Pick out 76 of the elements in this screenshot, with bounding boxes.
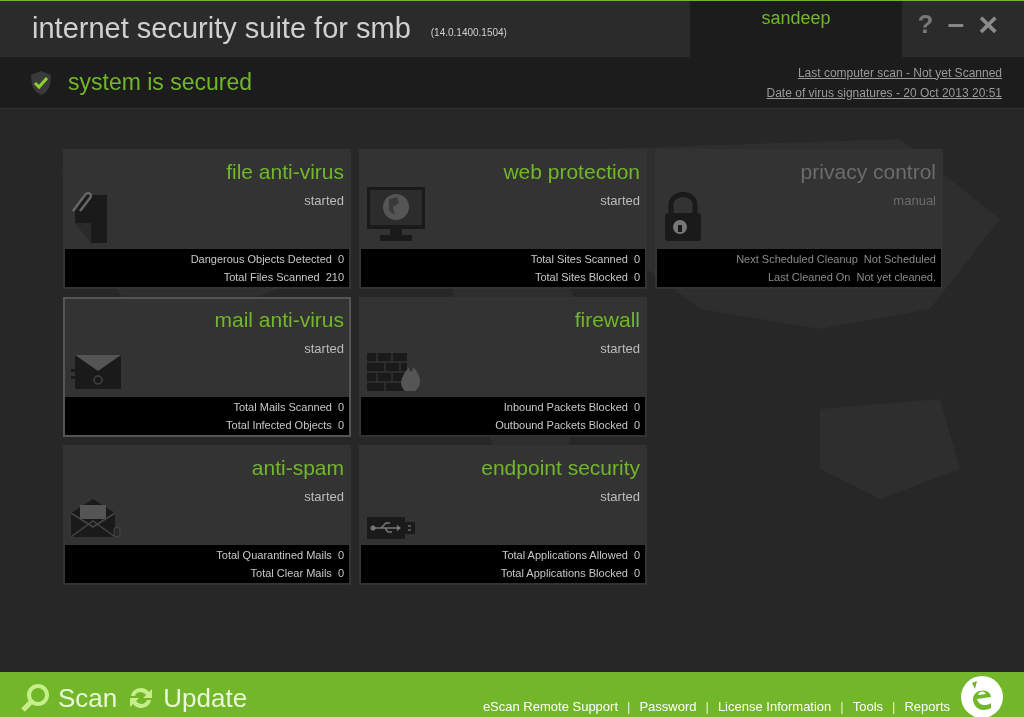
tile-state: started (600, 488, 640, 506)
stat-label: Total Quarantined Mails (216, 548, 332, 563)
tile-state: manual (893, 192, 936, 210)
stat-label: Inbound Packets Blocked (503, 400, 628, 415)
status-text: system is secured (68, 68, 253, 98)
stat-value: 0 (633, 400, 640, 415)
link-separator: | (839, 697, 845, 716)
stat-label: Total Applications Blocked (500, 566, 628, 581)
module-tile[interactable]: anti-spam started Total Quarantined Mails 0 Total Clear Mails 0 (63, 445, 351, 585)
update-button[interactable]: Update (127, 681, 248, 715)
open-envelope-icon (71, 499, 121, 539)
stat-value: 0 (337, 418, 344, 433)
stat-value: 0 (633, 418, 640, 433)
footer-link[interactable]: Tools (852, 696, 884, 716)
monitor-globe-icon (367, 187, 425, 243)
module-tile[interactable]: mail anti-virus started Total Mails Scanned 0 Total Infected Objects 0 (63, 297, 351, 437)
window-title: internet security suite for smb (32, 11, 411, 47)
tile-state: started (304, 340, 344, 358)
link-separator: | (626, 697, 632, 716)
stat-label: Total Mails Scanned (233, 400, 332, 415)
footer-link[interactable]: License Information (717, 696, 832, 716)
stat-label: Last Cleaned On (767, 270, 851, 285)
stat-label: Total Clear Mails (250, 566, 332, 581)
help-button[interactable]: ? (915, 7, 936, 41)
stat-label: Total Sites Scanned (530, 252, 628, 267)
version-label: (14.0.1400.1504) (430, 25, 507, 40)
stat-value: Not yet cleaned. (856, 270, 936, 285)
stat-value: 0 (633, 548, 640, 563)
minimize-button[interactable]: – (945, 7, 967, 41)
stat-value: 0 (337, 400, 344, 415)
stat-value: 0 (337, 252, 344, 267)
close-button[interactable]: × (976, 7, 1000, 41)
footer-link[interactable]: eScan Remote Support (482, 696, 618, 716)
search-icon (20, 683, 50, 713)
module-tile[interactable]: firewall started Inbound Packets Blocked 0 Outbound Packets Blocked 0 (359, 297, 647, 437)
tile-state: started (600, 192, 640, 210)
stat-value: 0 (633, 252, 640, 267)
tile-title: file anti-virus (226, 159, 344, 185)
link-separator: | (891, 697, 897, 716)
tile-state: started (600, 340, 640, 358)
stat-label: Total Files Scanned (223, 270, 320, 285)
stat-value: 0 (337, 548, 344, 563)
padlock-icon (663, 191, 703, 243)
tile-title: anti-spam (251, 455, 344, 481)
status-link[interactable]: Date of virus signatures - 20 Oct 2013 20:51 (766, 83, 1002, 102)
tile-title: endpoint security (481, 455, 640, 481)
status-link[interactable]: Last computer scan - Not yet Scanned (797, 63, 1002, 82)
stat-value: 0 (337, 566, 344, 581)
stat-value: Not Scheduled (863, 252, 936, 267)
module-tile[interactable]: file anti-virus started Dangerous Objects Detected 0 Total Files Scanned 210 (63, 149, 351, 289)
footer-link[interactable]: Reports (904, 696, 950, 716)
footer-link[interactable]: Password (639, 696, 697, 716)
stat-value: 0 (633, 566, 640, 581)
tile-title: privacy control (800, 159, 936, 185)
stat-label: Total Applications Allowed (501, 548, 628, 563)
stat-label: Total Sites Blocked (534, 270, 628, 285)
tile-title: web protection (503, 159, 640, 185)
stat-label: Outbound Packets Blocked (495, 418, 628, 433)
stat-value: 210 (325, 270, 344, 285)
module-tile[interactable]: privacy control manual Next Scheduled Cleanup Not Scheduled Last Cleaned On Not yet cleaned. (655, 149, 943, 289)
envelope-icon (71, 355, 121, 391)
scan-button[interactable]: Scan (20, 681, 118, 715)
usb-drive-icon (367, 517, 417, 539)
stat-label: Next Scheduled Cleanup (736, 252, 858, 267)
tile-title: mail anti-virus (214, 307, 344, 333)
user-name: sandeep (761, 7, 831, 29)
link-separator: | (704, 697, 710, 716)
stat-value: 0 (633, 270, 640, 285)
module-tile[interactable]: web protection started Total Sites Scanned 0 Total Sites Blocked 0 (359, 149, 647, 289)
tile-state: started (304, 192, 344, 210)
stat-label: Total Infected Objects (226, 418, 332, 433)
module-tile[interactable]: endpoint security started Total Applications Allowed 0 Total Applications Blocked 0 (359, 445, 647, 585)
document-clip-icon (71, 191, 109, 243)
tile-state: started (304, 488, 344, 506)
stat-label: Dangerous Objects Detected (190, 252, 332, 267)
tile-title: firewall (574, 307, 640, 333)
